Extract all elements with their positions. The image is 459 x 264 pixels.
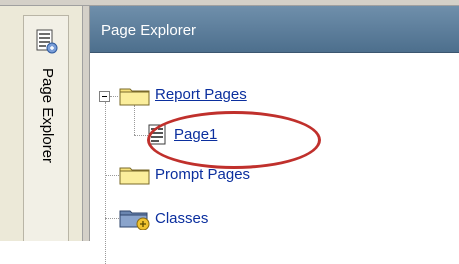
tree-connector xyxy=(105,175,119,176)
tree-item-classes[interactable]: Classes xyxy=(155,210,208,227)
tree-item-page1[interactable]: Page1 xyxy=(174,126,217,143)
page-explorer-side-tab[interactable]: Page Explorer xyxy=(23,15,69,241)
classes-icon xyxy=(119,208,151,235)
tree-connector xyxy=(110,96,118,97)
panel-header: Page Explorer xyxy=(90,6,459,53)
page-explorer-icon xyxy=(36,29,58,55)
tree-connector-vertical xyxy=(105,102,106,264)
side-tab-label: Page Explorer xyxy=(39,68,56,164)
tree-item-prompt-pages[interactable]: Prompt Pages xyxy=(155,166,250,183)
folder-icon xyxy=(119,165,151,190)
folder-icon xyxy=(119,86,151,111)
collapse-toggle[interactable] xyxy=(99,91,110,102)
tree-connector xyxy=(134,135,148,136)
page-icon xyxy=(148,124,168,151)
page-tree: Report Pages Page1 Prompt Pages Classes xyxy=(90,53,459,264)
tree-connector xyxy=(105,218,119,219)
side-tab-strip: Page Explorer xyxy=(0,6,83,241)
panel-title: Page Explorer xyxy=(101,22,197,39)
tree-item-report-pages[interactable]: Report Pages xyxy=(155,86,247,103)
page-explorer-panel: Page Explorer Report Pages Page1 Prompt … xyxy=(89,6,459,264)
